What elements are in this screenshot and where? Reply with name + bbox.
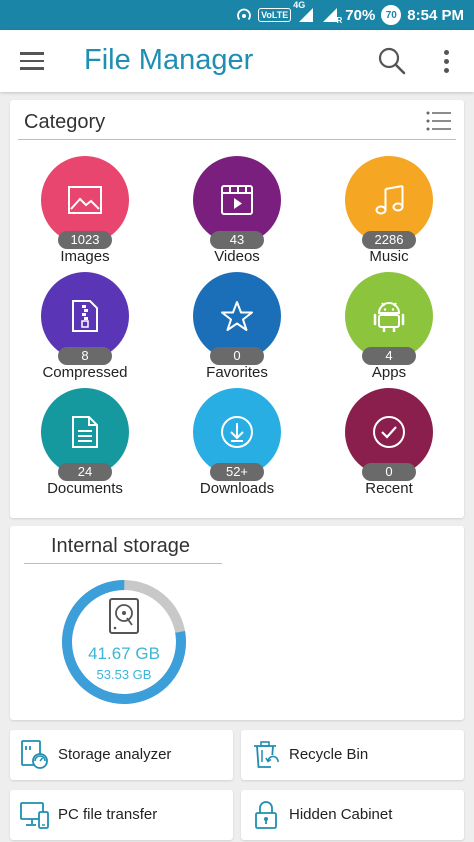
recycle-bin-icon	[251, 740, 281, 770]
divider	[24, 563, 222, 564]
count-badge: 0	[362, 463, 416, 481]
menu-icon[interactable]	[20, 52, 44, 70]
count-badge: 8	[58, 347, 112, 365]
check-circle-icon	[373, 416, 405, 448]
count-badge: 4	[362, 347, 416, 365]
app-title: File Manager	[84, 44, 254, 76]
lock-icon	[251, 800, 281, 830]
battery-icon: 70	[381, 5, 402, 25]
signal-icon: 4G	[293, 1, 315, 23]
app-bar: File Manager	[0, 30, 474, 92]
roaming-indicator: R	[336, 16, 343, 25]
category-music[interactable]: 2286 Music	[324, 156, 454, 268]
category-recent[interactable]: 0 Recent	[324, 388, 454, 500]
category-label: Favorites	[206, 364, 268, 381]
pc-transfer-icon	[20, 800, 50, 830]
volte-indicator: VoLTE	[258, 8, 292, 22]
storage-analyzer-button[interactable]: Storage analyzer	[10, 730, 233, 780]
storage-total: 53.53 GB	[96, 667, 152, 682]
count-badge: 1023	[58, 231, 112, 249]
clock: 8:54 PM	[407, 6, 464, 24]
category-images[interactable]: 1023 Images	[20, 156, 150, 268]
recycle-bin-button[interactable]: Recycle Bin	[241, 730, 464, 780]
document-icon	[72, 416, 98, 448]
category-label: Compressed	[42, 364, 128, 381]
category-videos[interactable]: 43 Videos	[172, 156, 302, 268]
hidden-cabinet-button[interactable]: Hidden Cabinet	[241, 790, 464, 840]
hard-drive-icon	[109, 598, 139, 634]
download-icon	[221, 416, 253, 448]
tool-label: PC file transfer	[58, 806, 158, 823]
video-icon	[221, 185, 253, 215]
category-favorites[interactable]: 0 Favorites	[172, 272, 302, 384]
count-badge: 43	[210, 231, 264, 249]
search-icon[interactable]	[376, 45, 408, 77]
more-options-icon[interactable]	[434, 46, 458, 78]
hotspot-icon	[236, 7, 252, 23]
battery-percent: 70%	[345, 6, 376, 24]
tool-label: Hidden Cabinet	[289, 806, 393, 823]
count-badge: 2286	[362, 231, 416, 249]
roaming-signal-icon: R	[321, 7, 343, 25]
category-downloads[interactable]: 52+ Downloads	[172, 388, 302, 500]
count-badge: 24	[58, 463, 112, 481]
category-card: Category 1023 Images 43 Videos 2286 Musi…	[10, 100, 464, 518]
internal-storage-card[interactable]: Internal storage 41.67 GB 53.53 GB	[10, 526, 464, 720]
category-title: Category	[24, 111, 106, 133]
music-icon	[375, 185, 404, 215]
storage-free: 41.67 GB	[88, 644, 160, 663]
category-documents[interactable]: 24 Documents	[20, 388, 150, 500]
category-compressed[interactable]: 8 Compressed	[20, 272, 150, 384]
category-label: Recent	[365, 480, 413, 497]
category-label: Videos	[214, 248, 260, 265]
count-badge: 52+	[210, 463, 264, 481]
list-view-icon[interactable]	[426, 110, 452, 132]
category-label: Apps	[371, 364, 407, 381]
zip-icon	[72, 300, 98, 332]
category-apps[interactable]: 4 Apps	[324, 272, 454, 384]
pc-file-transfer-button[interactable]: PC file transfer	[10, 790, 233, 840]
status-bar: VoLTE 4G R 70% 70 8:54 PM	[0, 0, 474, 30]
category-label: Documents	[47, 480, 123, 497]
android-icon	[373, 302, 405, 332]
network-type: 4G	[293, 0, 306, 10]
tool-label: Recycle Bin	[289, 746, 369, 763]
image-icon	[68, 186, 102, 214]
storage-title: Internal storage	[51, 535, 190, 557]
category-label: Images	[60, 248, 110, 265]
count-badge: 0	[210, 347, 264, 365]
category-header: Category	[18, 100, 456, 140]
tool-label: Storage analyzer	[58, 746, 172, 763]
star-icon	[221, 301, 253, 331]
category-label: Downloads	[199, 480, 275, 497]
storage-analyzer-icon	[20, 740, 50, 770]
category-label: Music	[369, 248, 409, 265]
